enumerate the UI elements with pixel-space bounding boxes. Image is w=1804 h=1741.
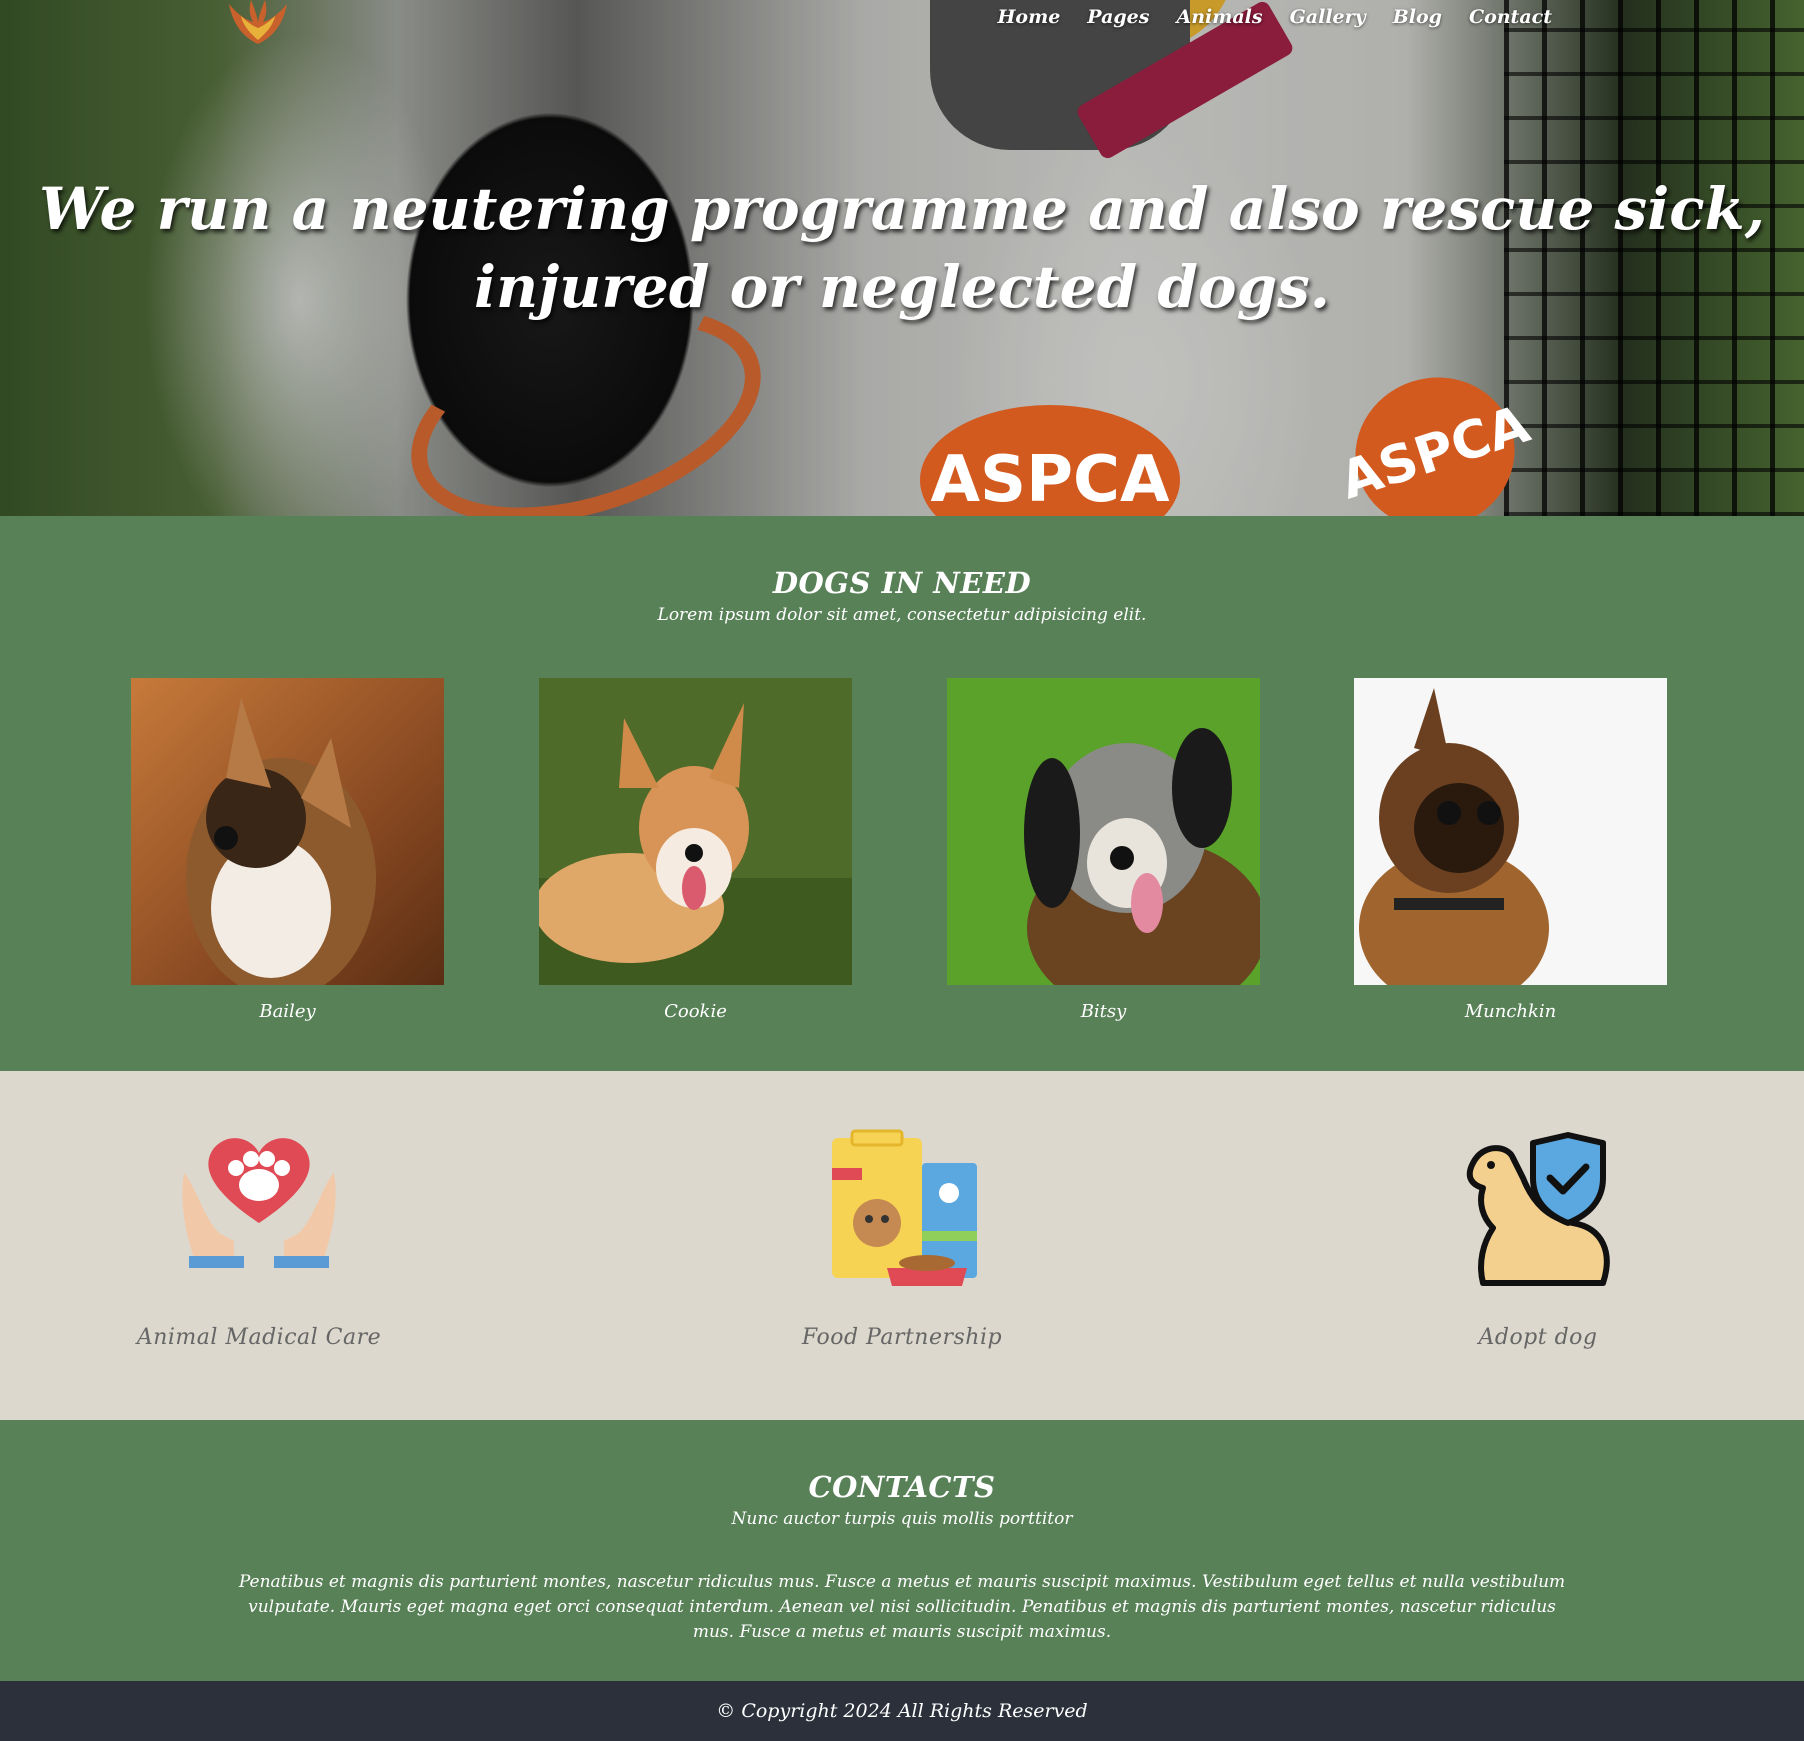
contacts-body-text: Penatibus et magnis dis parturient monte… [238,1572,1566,1642]
services-section: Animal Madical Care Food Partnership Ado… [0,1071,1804,1420]
contacts-section: CONTACTS Nunc auctor turpis quis mollis … [0,1420,1804,1681]
footer: © Copyright 2024 All Rights Reserved [0,1681,1804,1741]
service-label-adopt: Adopt dog [1478,1325,1598,1350]
hero-title: We run a neutering programme and also re… [39,175,1765,321]
dog-photo-cookie[interactable] [539,678,852,985]
hero-banner: ASPCA ASPCA Home Pages Animals Gallery B… [0,0,1804,516]
dog-card-bailey[interactable]: Bailey [131,678,444,1022]
dog-photo-bailey[interactable] [131,678,444,985]
dog-name-bitsy: Bitsy [1080,1001,1127,1022]
service-label-food: Food Partnership [801,1325,1003,1350]
nav-home[interactable]: Home [997,6,1060,28]
dog-photo-bitsy[interactable] [947,678,1260,985]
dog-name-bailey: Bailey [259,1001,316,1022]
logo-icon[interactable] [225,0,291,46]
dog-card-cookie[interactable]: Cookie [539,678,852,1022]
nav-pages[interactable]: Pages [1087,6,1149,28]
pet-food-icon [832,1129,977,1286]
dog-card-bitsy[interactable]: Bitsy [947,678,1260,1022]
nav-contact[interactable]: Contact [1469,6,1552,28]
nav-blog[interactable]: Blog [1393,6,1442,28]
service-label-medical: Animal Madical Care [136,1325,382,1350]
contacts-subtitle: Nunc auctor turpis quis mollis porttitor [731,1509,1073,1529]
nav-animals[interactable]: Animals [1176,6,1262,28]
dogs-in-need-section: DOGS IN NEED Lorem ipsum dolor sit amet,… [0,516,1804,1071]
dog-shield-icon [1466,1132,1610,1286]
dogs-section-title: DOGS IN NEED [772,566,1032,600]
heart-paw-hands-icon [182,1138,336,1268]
footer-copyright: © Copyright 2024 All Rights Reserved [716,1700,1088,1722]
dogs-section-subtitle: Lorem ipsum dolor sit amet, consectetur … [657,605,1147,625]
nav-gallery[interactable]: Gallery [1290,6,1366,28]
service-medical-care[interactable]: Animal Madical Care [99,1071,419,1350]
contacts-title: CONTACTS [808,1470,996,1504]
service-food-partnership[interactable]: Food Partnership [742,1071,1062,1350]
dog-name-munchkin: Munchkin [1464,1001,1557,1022]
dog-card-munchkin[interactable]: Munchkin [1354,678,1667,1022]
dog-photo-munchkin[interactable] [1354,678,1667,985]
service-adopt-dog[interactable]: Adopt dog [1378,1071,1698,1350]
dog-name-cookie: Cookie [664,1001,727,1022]
main-nav: Home Pages Animals Gallery Blog Contact [997,6,1552,28]
